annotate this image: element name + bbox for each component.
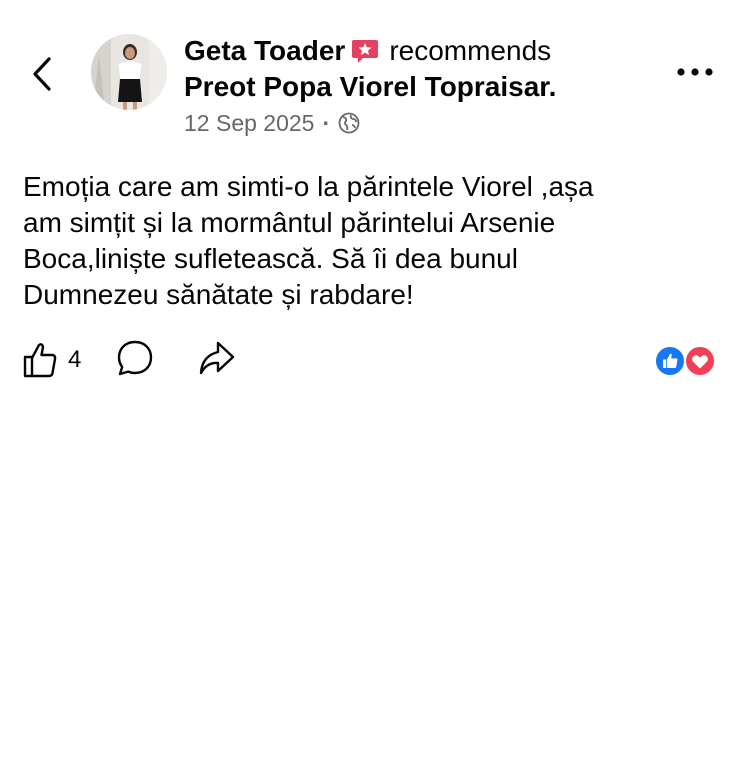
meta-separator: · [322,110,331,136]
recommends-label: recommends [389,35,552,66]
more-options-button[interactable] [672,58,718,86]
globe-icon [338,112,360,134]
post-header: Geta Toader recommends Preot Popa Viorel… [184,33,644,138]
comment-icon [118,340,153,375]
thumbs-up-icon [23,343,57,378]
header-line: Geta Toader recommends [184,33,644,69]
post-text: Emoția care am simti-o la părintele Vior… [23,169,723,313]
post-text-line: Boca,liniște sufletească. Să îi dea bunu… [23,243,518,274]
post-date[interactable]: 12 Sep 2025 [184,108,314,138]
back-button[interactable] [22,52,62,96]
like-count: 4 [68,346,82,373]
post-text-line: Dumnezeu sănătate și rabdare! [23,279,414,310]
reactions-summary[interactable] [654,345,720,377]
post-text-line: Emoția care am simti-o la părintele Vior… [23,171,594,202]
love-reaction-icon [684,345,716,377]
action-bar: 4 [22,338,237,382]
recommendation-star-icon [352,40,379,63]
post-meta: 12 Sep 2025 · [184,108,644,138]
author-name[interactable]: Geta Toader [184,33,345,69]
comment-button[interactable] [115,338,155,383]
more-options-icon [677,68,713,76]
profile-photo [91,34,167,110]
share-button[interactable] [197,339,237,382]
chevron-left-icon [33,57,51,91]
share-icon [200,341,235,374]
page-name[interactable]: Preot Popa Viorel Topraisar. [184,69,644,105]
like-button[interactable]: 4 [22,341,81,379]
like-reaction-icon [654,345,686,377]
avatar[interactable] [91,34,167,110]
post-text-line: am simțit și la mormântul părintelui Ars… [23,207,556,238]
